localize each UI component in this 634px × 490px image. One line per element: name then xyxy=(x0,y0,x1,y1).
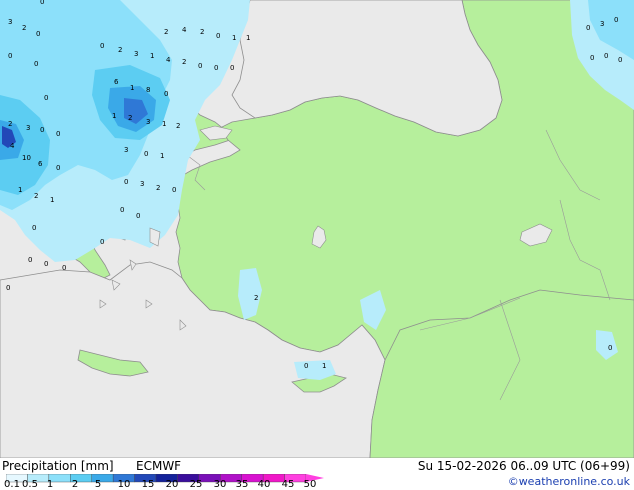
precip-value-label: 4 xyxy=(10,142,15,150)
precip-value-label: 3 xyxy=(124,146,128,154)
precip-value-label: 3 xyxy=(134,50,138,58)
precip-value-label: 0 xyxy=(214,64,218,72)
scale-tick-label: 40 xyxy=(257,479,271,490)
scale-tick-label: 1 xyxy=(46,479,54,490)
precip-value-label: 2 xyxy=(34,192,38,200)
precip-value-label: 3 xyxy=(26,124,30,132)
precip-value-label: 2 xyxy=(118,46,122,54)
precip-value-label: 3 xyxy=(146,118,150,126)
precip-value-label: 10 xyxy=(22,154,31,162)
precip-value-label: 0 xyxy=(28,256,32,264)
precip-value-label: 0 xyxy=(56,164,60,172)
precip-value-label: 0 xyxy=(614,16,618,24)
precip-value-label: 6 xyxy=(38,160,43,168)
precip-value-label: 2 xyxy=(164,28,168,36)
precip-value-label: 2 xyxy=(22,24,26,32)
precip-value-label: 1 xyxy=(232,34,236,42)
precip-value-label: 0 xyxy=(586,24,590,32)
scale-tick-label: 35 xyxy=(235,479,249,490)
scale-tick-label: 2 xyxy=(71,479,79,490)
precip-value-label: 0 xyxy=(120,206,124,214)
precip-value-label: 2 xyxy=(176,122,180,130)
precip-value-label: 0 xyxy=(304,362,308,370)
precip-value-label: 0 xyxy=(36,30,40,38)
precip-value-label: 0 xyxy=(604,52,608,60)
precip-value-label: 0 xyxy=(100,42,104,50)
precip-value-label: 0 xyxy=(44,260,48,268)
precip-value-label: 0 xyxy=(230,64,234,72)
legend-title: Precipitation [mm] xyxy=(2,459,114,473)
precipitation-map: 0320000 2 3 1 4 2 0 0 02 4 2 0 1 161 8 001 2 3 1 22 3 0 04106 0… xyxy=(0,0,634,458)
precip-value-label: 1 xyxy=(160,152,164,160)
precip-value-label: 0 xyxy=(8,52,12,60)
precip-value-label: 0 xyxy=(172,186,176,194)
model-name: ECMWF xyxy=(136,459,182,473)
precip-value-label: 1 xyxy=(112,112,116,120)
precip-value-label: 0 xyxy=(144,150,148,158)
precip-value-label: 0 xyxy=(40,0,44,6)
precip-value-label: 1 xyxy=(322,362,326,370)
precip-value-label: 0 xyxy=(32,224,36,232)
precip-value-label: 1 xyxy=(150,52,154,60)
precip-value-label: 6 xyxy=(114,78,119,86)
precip-value-label: 0 xyxy=(608,344,612,352)
legend-footer: Precipitation [mm] ECMWF Su 15-02-2026 0… xyxy=(0,458,634,490)
precip-value-label: 1 xyxy=(18,186,22,194)
scale-tick-label: 0.5 xyxy=(22,479,38,490)
precip-value-label: 2 xyxy=(8,120,12,128)
precip-value-label: 0 xyxy=(40,126,44,134)
precip-value-label: 0 xyxy=(124,178,128,186)
precip-value-label: 4 xyxy=(182,26,187,34)
scale-tick-label: 5 xyxy=(94,479,102,490)
precip-value-label: 0 xyxy=(590,54,594,62)
scale-tick-label: 0.1 xyxy=(4,479,20,490)
precip-value-label: 0 xyxy=(618,56,622,64)
precip-value-label: 0 xyxy=(62,264,66,272)
precip-value-label: 0 xyxy=(6,284,10,292)
precip-value-label: 8 xyxy=(146,86,150,94)
scale-tick-label: 15 xyxy=(141,479,155,490)
scale-tick-label: 30 xyxy=(213,479,227,490)
precip-value-label: 0 xyxy=(198,62,202,70)
precip-value-label: 2 xyxy=(254,294,258,302)
precip-value-label: 3 xyxy=(600,20,604,28)
credit-link[interactable]: ©weatheronline.co.uk xyxy=(508,475,630,489)
scale-tick-label: 50 xyxy=(303,479,317,490)
precip-value-label: 0 xyxy=(216,32,220,40)
precip-value-label: 1 xyxy=(162,120,166,128)
scale-tick-label: 20 xyxy=(165,479,179,490)
precip-value-label: 0 xyxy=(136,212,140,220)
precip-value-label: 1 xyxy=(50,196,54,204)
precip-value-label: 3 xyxy=(8,18,12,26)
scale-tick-label: 45 xyxy=(281,479,295,490)
precip-value-label: 2 xyxy=(128,114,132,122)
precip-value-label: 2 xyxy=(200,28,204,36)
valid-time: Su 15-02-2026 06..09 UTC (06+99) xyxy=(417,459,630,473)
precip-value-label: 0 xyxy=(34,60,38,68)
precip-value-label: 2 xyxy=(182,58,186,66)
precip-value-label: 0 xyxy=(164,90,168,98)
scale-tick-label: 10 xyxy=(117,479,131,490)
scale-tick-label: 25 xyxy=(189,479,203,490)
precip-value-label: 1 xyxy=(246,34,250,42)
precip-value-label: 3 xyxy=(140,180,144,188)
precip-value-label: 0 xyxy=(56,130,60,138)
precip-value-label: 0 xyxy=(44,94,48,102)
precip-value-label: 2 xyxy=(156,184,160,192)
precip-value-label: 0 xyxy=(100,238,104,246)
precip-value-label: 1 xyxy=(130,84,134,92)
precip-value-label: 4 xyxy=(166,56,171,64)
